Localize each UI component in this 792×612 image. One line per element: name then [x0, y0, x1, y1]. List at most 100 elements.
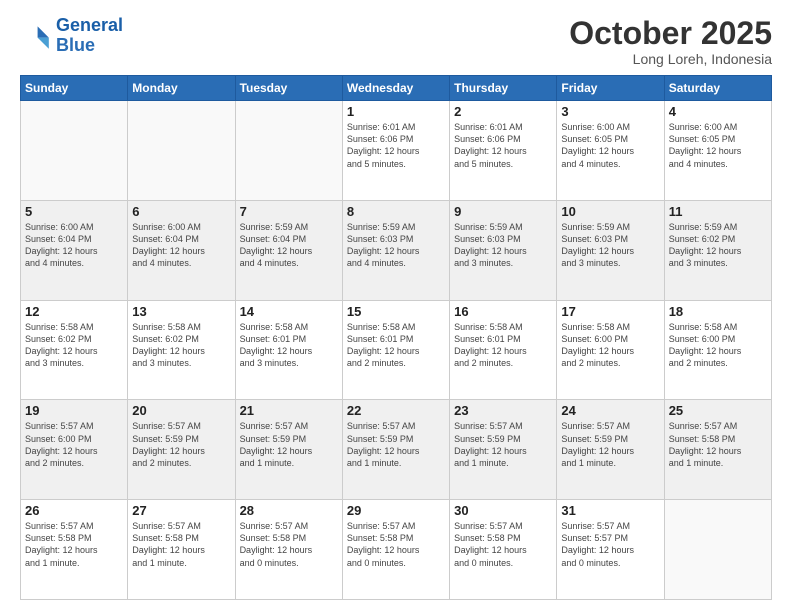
day-info: Sunrise: 5:57 AM Sunset: 5:59 PM Dayligh… [561, 420, 659, 469]
calendar-cell: 31 Sunrise: 5:57 AM Sunset: 5:57 PM Dayli… [557, 500, 664, 600]
day-info: Sunrise: 6:00 AM Sunset: 6:05 PM Dayligh… [561, 121, 659, 170]
day-info: Sunrise: 5:57 AM Sunset: 6:00 PM Dayligh… [25, 420, 123, 469]
calendar-cell: 16 Sunrise: 5:58 AM Sunset: 6:01 PM Dayli… [450, 300, 557, 400]
day-info: Sunrise: 6:00 AM Sunset: 6:04 PM Dayligh… [132, 221, 230, 270]
day-info: Sunrise: 5:59 AM Sunset: 6:03 PM Dayligh… [347, 221, 445, 270]
calendar-cell: 21 Sunrise: 5:57 AM Sunset: 5:59 PM Dayli… [235, 400, 342, 500]
calendar-cell: 6 Sunrise: 6:00 AM Sunset: 6:04 PM Daylig… [128, 200, 235, 300]
calendar-week-row: 5 Sunrise: 6:00 AM Sunset: 6:04 PM Daylig… [21, 200, 772, 300]
day-info: Sunrise: 5:59 AM Sunset: 6:03 PM Dayligh… [454, 221, 552, 270]
day-number: 10 [561, 204, 659, 219]
calendar-cell: 3 Sunrise: 6:00 AM Sunset: 6:05 PM Daylig… [557, 101, 664, 201]
day-info: Sunrise: 5:57 AM Sunset: 5:59 PM Dayligh… [132, 420, 230, 469]
calendar-header-row: SundayMondayTuesdayWednesdayThursdayFrid… [21, 76, 772, 101]
day-number: 17 [561, 304, 659, 319]
day-info: Sunrise: 5:57 AM Sunset: 5:59 PM Dayligh… [240, 420, 338, 469]
day-info: Sunrise: 6:00 AM Sunset: 6:04 PM Dayligh… [25, 221, 123, 270]
weekday-header: Sunday [21, 76, 128, 101]
calendar-cell: 15Sunrise: 5:58 AM Sunset: 6:01 PM Dayli… [342, 300, 449, 400]
calendar-cell [21, 101, 128, 201]
day-number: 21 [240, 403, 338, 418]
calendar-cell: 18 Sunrise: 5:58 AM Sunset: 6:00 PM Dayli… [664, 300, 771, 400]
calendar-cell: 24 Sunrise: 5:57 AM Sunset: 5:59 PM Dayli… [557, 400, 664, 500]
calendar-week-row: 12Sunrise: 5:58 AM Sunset: 6:02 PM Dayli… [21, 300, 772, 400]
day-info: Sunrise: 6:01 AM Sunset: 6:06 PM Dayligh… [347, 121, 445, 170]
day-info: Sunrise: 5:57 AM Sunset: 5:58 PM Dayligh… [454, 520, 552, 569]
calendar-cell [128, 101, 235, 201]
weekday-header: Saturday [664, 76, 771, 101]
calendar-week-row: 26 Sunrise: 5:57 AM Sunset: 5:58 PM Dayli… [21, 500, 772, 600]
logo-line1: General [56, 15, 123, 35]
day-number: 6 [132, 204, 230, 219]
day-number: 25 [669, 403, 767, 418]
day-number: 2 [454, 104, 552, 119]
day-number: 19 [25, 403, 123, 418]
calendar-cell: 5 Sunrise: 6:00 AM Sunset: 6:04 PM Daylig… [21, 200, 128, 300]
calendar-cell: 23Sunrise: 5:57 AM Sunset: 5:59 PM Dayli… [450, 400, 557, 500]
calendar-cell [235, 101, 342, 201]
calendar-cell [664, 500, 771, 600]
location: Long Loreh, Indonesia [569, 51, 772, 67]
day-number: 5 [25, 204, 123, 219]
calendar-cell: 26 Sunrise: 5:57 AM Sunset: 5:58 PM Dayli… [21, 500, 128, 600]
day-number: 11 [669, 204, 767, 219]
day-number: 13 [132, 304, 230, 319]
day-info: Sunrise: 5:57 AM Sunset: 5:58 PM Dayligh… [669, 420, 767, 469]
day-info: Sunrise: 5:58 AM Sunset: 6:00 PM Dayligh… [669, 321, 767, 370]
day-info: Sunrise: 5:57 AM Sunset: 5:58 PM Dayligh… [132, 520, 230, 569]
calendar-cell: 20Sunrise: 5:57 AM Sunset: 5:59 PM Dayli… [128, 400, 235, 500]
day-number: 14 [240, 304, 338, 319]
day-info: Sunrise: 6:01 AM Sunset: 6:06 PM Dayligh… [454, 121, 552, 170]
calendar-week-row: 1Sunrise: 6:01 AM Sunset: 6:06 PM Daylig… [21, 101, 772, 201]
day-number: 31 [561, 503, 659, 518]
calendar-week-row: 19 Sunrise: 5:57 AM Sunset: 6:00 PM Dayli… [21, 400, 772, 500]
day-info: Sunrise: 5:57 AM Sunset: 5:57 PM Dayligh… [561, 520, 659, 569]
calendar-cell: 13 Sunrise: 5:58 AM Sunset: 6:02 PM Dayli… [128, 300, 235, 400]
day-number: 28 [240, 503, 338, 518]
day-info: Sunrise: 5:58 AM Sunset: 6:01 PM Dayligh… [240, 321, 338, 370]
calendar-cell: 25 Sunrise: 5:57 AM Sunset: 5:58 PM Dayli… [664, 400, 771, 500]
day-number: 23 [454, 403, 552, 418]
day-number: 7 [240, 204, 338, 219]
day-number: 29 [347, 503, 445, 518]
day-info: Sunrise: 5:59 AM Sunset: 6:04 PM Dayligh… [240, 221, 338, 270]
calendar-cell: 7 Sunrise: 5:59 AM Sunset: 6:04 PM Daylig… [235, 200, 342, 300]
day-number: 24 [561, 403, 659, 418]
calendar-cell: 14 Sunrise: 5:58 AM Sunset: 6:01 PM Dayli… [235, 300, 342, 400]
calendar-cell: 1Sunrise: 6:01 AM Sunset: 6:06 PM Daylig… [342, 101, 449, 201]
calendar-cell: 9Sunrise: 5:59 AM Sunset: 6:03 PM Daylig… [450, 200, 557, 300]
day-info: Sunrise: 5:58 AM Sunset: 6:01 PM Dayligh… [454, 321, 552, 370]
calendar-cell: 12Sunrise: 5:58 AM Sunset: 6:02 PM Dayli… [21, 300, 128, 400]
page: General Blue October 2025 Long Loreh, In… [0, 0, 792, 612]
calendar-cell: 27Sunrise: 5:57 AM Sunset: 5:58 PM Dayli… [128, 500, 235, 600]
day-info: Sunrise: 5:57 AM Sunset: 5:58 PM Dayligh… [240, 520, 338, 569]
day-info: Sunrise: 6:00 AM Sunset: 6:05 PM Dayligh… [669, 121, 767, 170]
day-number: 16 [454, 304, 552, 319]
day-info: Sunrise: 5:58 AM Sunset: 6:02 PM Dayligh… [132, 321, 230, 370]
header: General Blue October 2025 Long Loreh, In… [20, 16, 772, 67]
day-info: Sunrise: 5:58 AM Sunset: 6:02 PM Dayligh… [25, 321, 123, 370]
day-info: Sunrise: 5:57 AM Sunset: 5:58 PM Dayligh… [347, 520, 445, 569]
calendar-cell: 17Sunrise: 5:58 AM Sunset: 6:00 PM Dayli… [557, 300, 664, 400]
calendar-cell: 11Sunrise: 5:59 AM Sunset: 6:02 PM Dayli… [664, 200, 771, 300]
day-number: 4 [669, 104, 767, 119]
calendar-cell: 22 Sunrise: 5:57 AM Sunset: 5:59 PM Dayli… [342, 400, 449, 500]
calendar-cell: 2 Sunrise: 6:01 AM Sunset: 6:06 PM Daylig… [450, 101, 557, 201]
weekday-header: Wednesday [342, 76, 449, 101]
calendar-table: SundayMondayTuesdayWednesdayThursdayFrid… [20, 75, 772, 600]
day-number: 18 [669, 304, 767, 319]
title-area: October 2025 Long Loreh, Indonesia [569, 16, 772, 67]
weekday-header: Monday [128, 76, 235, 101]
day-number: 3 [561, 104, 659, 119]
month-title: October 2025 [569, 16, 772, 51]
day-number: 15 [347, 304, 445, 319]
day-number: 26 [25, 503, 123, 518]
day-number: 22 [347, 403, 445, 418]
calendar-cell: 19 Sunrise: 5:57 AM Sunset: 6:00 PM Dayli… [21, 400, 128, 500]
day-info: Sunrise: 5:57 AM Sunset: 5:58 PM Dayligh… [25, 520, 123, 569]
logo: General Blue [20, 16, 123, 56]
calendar-cell: 29 Sunrise: 5:57 AM Sunset: 5:58 PM Dayli… [342, 500, 449, 600]
logo-icon [20, 20, 52, 52]
day-info: Sunrise: 5:59 AM Sunset: 6:03 PM Dayligh… [561, 221, 659, 270]
day-info: Sunrise: 5:57 AM Sunset: 5:59 PM Dayligh… [347, 420, 445, 469]
